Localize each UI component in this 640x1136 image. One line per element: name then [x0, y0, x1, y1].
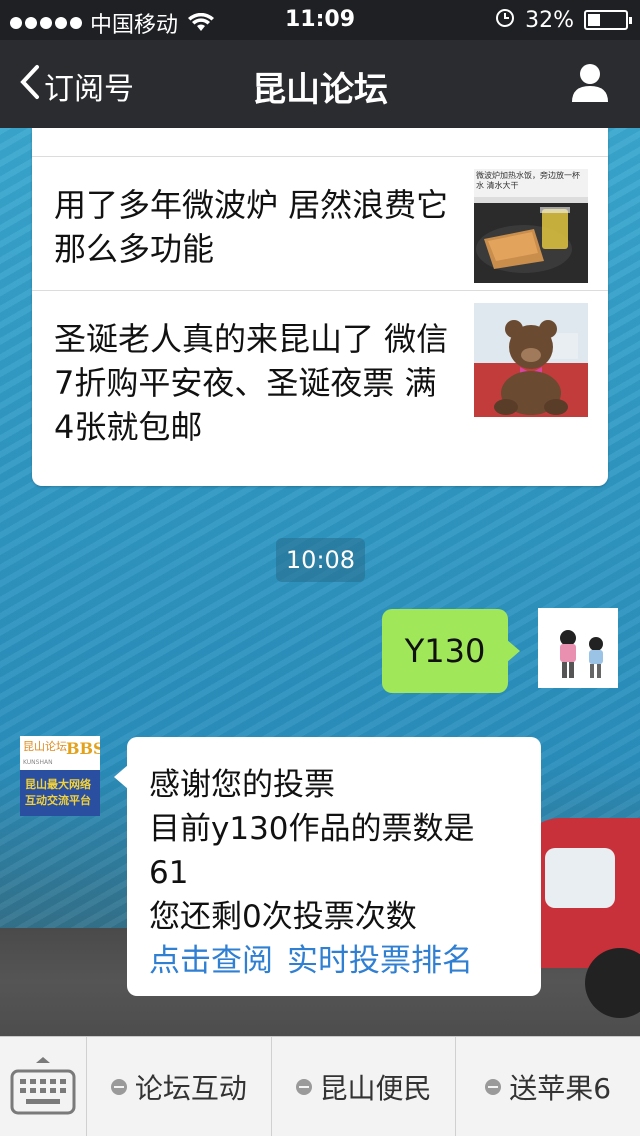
- article-thumbnail: [474, 303, 588, 417]
- article-title: 用了多年微波炉 居然浪费它那么多功能: [54, 186, 449, 268]
- status-bar: 中国移动 11:09 32%: [0, 0, 640, 40]
- bbs-avatar[interactable]: 昆山论坛 BBS KUNSHAN 昆山最大网络 互动交流平台: [20, 736, 100, 816]
- bbs-logo-line4: 昆山最大网络: [25, 777, 91, 791]
- keyboard-icon: [10, 1055, 76, 1123]
- navigation-bar: 订阅号 昆山论坛: [0, 40, 640, 128]
- message-line: 感谢您的投票: [149, 767, 335, 803]
- alarm-icon: [495, 7, 515, 33]
- menu-item-label: 送苹果6: [509, 1072, 612, 1105]
- menu-item-label: 论坛互动: [134, 1072, 247, 1105]
- message-line: 您还剩0次投票次数: [149, 899, 417, 935]
- menu-item-send-iphone6[interactable]: 送苹果6: [456, 1037, 640, 1136]
- battery-fill: [588, 14, 600, 26]
- back-label: 订阅号: [44, 72, 134, 107]
- article-item[interactable]: 圣诞老人真的来昆山了 微信7折购平安夜、圣诞夜票 满4张就包邮: [32, 290, 608, 487]
- menu-collapse-icon: [485, 1079, 502, 1095]
- avatar[interactable]: [538, 608, 618, 688]
- article-thumbnail: 微波炉加热水饭，旁边放一杯水 清水大干: [474, 169, 588, 283]
- menu-item-forum-interaction[interactable]: 论坛互动: [87, 1037, 272, 1136]
- profile-button[interactable]: [570, 62, 610, 104]
- menu-item-kunshan-services[interactable]: 昆山便民: [272, 1037, 457, 1136]
- back-button[interactable]: 订阅号: [18, 64, 134, 108]
- chevron-left-icon: [18, 64, 40, 108]
- message-line: 目前y130作品的票数是: [149, 811, 475, 847]
- battery-percent: 32%: [525, 7, 574, 33]
- bbs-logo-line1: 昆山论坛: [23, 739, 67, 753]
- article-title: 圣诞老人真的来昆山了 微信7折购平安夜、圣诞夜票 满4张就包邮: [54, 320, 449, 446]
- bbs-logo-line5: 互动交流平台: [25, 793, 91, 807]
- message-link-line: 点击查阅 实时投票排名: [149, 939, 521, 983]
- chat-timestamp: 10:08: [276, 538, 365, 582]
- bbs-logo-line2: BBS: [66, 739, 100, 758]
- view-link[interactable]: 点击查阅: [149, 943, 273, 979]
- person-icon: [570, 64, 610, 108]
- outgoing-message-bubble[interactable]: Y130: [382, 609, 520, 693]
- message-line: 61: [149, 855, 189, 891]
- article-card: 用了多年微波炉 居然浪费它那么多功能 微波炉加热水饭，旁边放一杯水 清水大干 圣…: [32, 128, 608, 486]
- wechat-chat-screen: 中国移动 11:09 32% 订阅号 昆山论坛 用了多年微波炉 居然浪费它那么多…: [0, 0, 640, 1136]
- vote-ranking-link[interactable]: 实时投票排名: [287, 943, 473, 979]
- keyboard-toggle-button[interactable]: [0, 1037, 87, 1136]
- background-car-window: [545, 848, 615, 908]
- bbs-logo-line3: KUNSHAN: [23, 759, 53, 766]
- battery-icon: [584, 10, 632, 30]
- menu-collapse-icon: [110, 1079, 127, 1095]
- menu-item-label: 昆山便民: [319, 1072, 432, 1105]
- incoming-message-bubble: 感谢您的投票 目前y130作品的票数是 61 您还剩0次投票次数 点击查阅 实时投…: [114, 737, 541, 996]
- thumbnail-caption: 微波炉加热水饭，旁边放一杯水 清水大干: [476, 171, 580, 190]
- status-right: 32%: [495, 7, 632, 33]
- bottom-menu-bar: 论坛互动 昆山便民 送苹果6: [0, 1036, 640, 1136]
- menu-collapse-icon: [295, 1079, 312, 1095]
- article-item[interactable]: 用了多年微波炉 居然浪费它那么多功能 微波炉加热水饭，旁边放一杯水 清水大干: [32, 156, 608, 291]
